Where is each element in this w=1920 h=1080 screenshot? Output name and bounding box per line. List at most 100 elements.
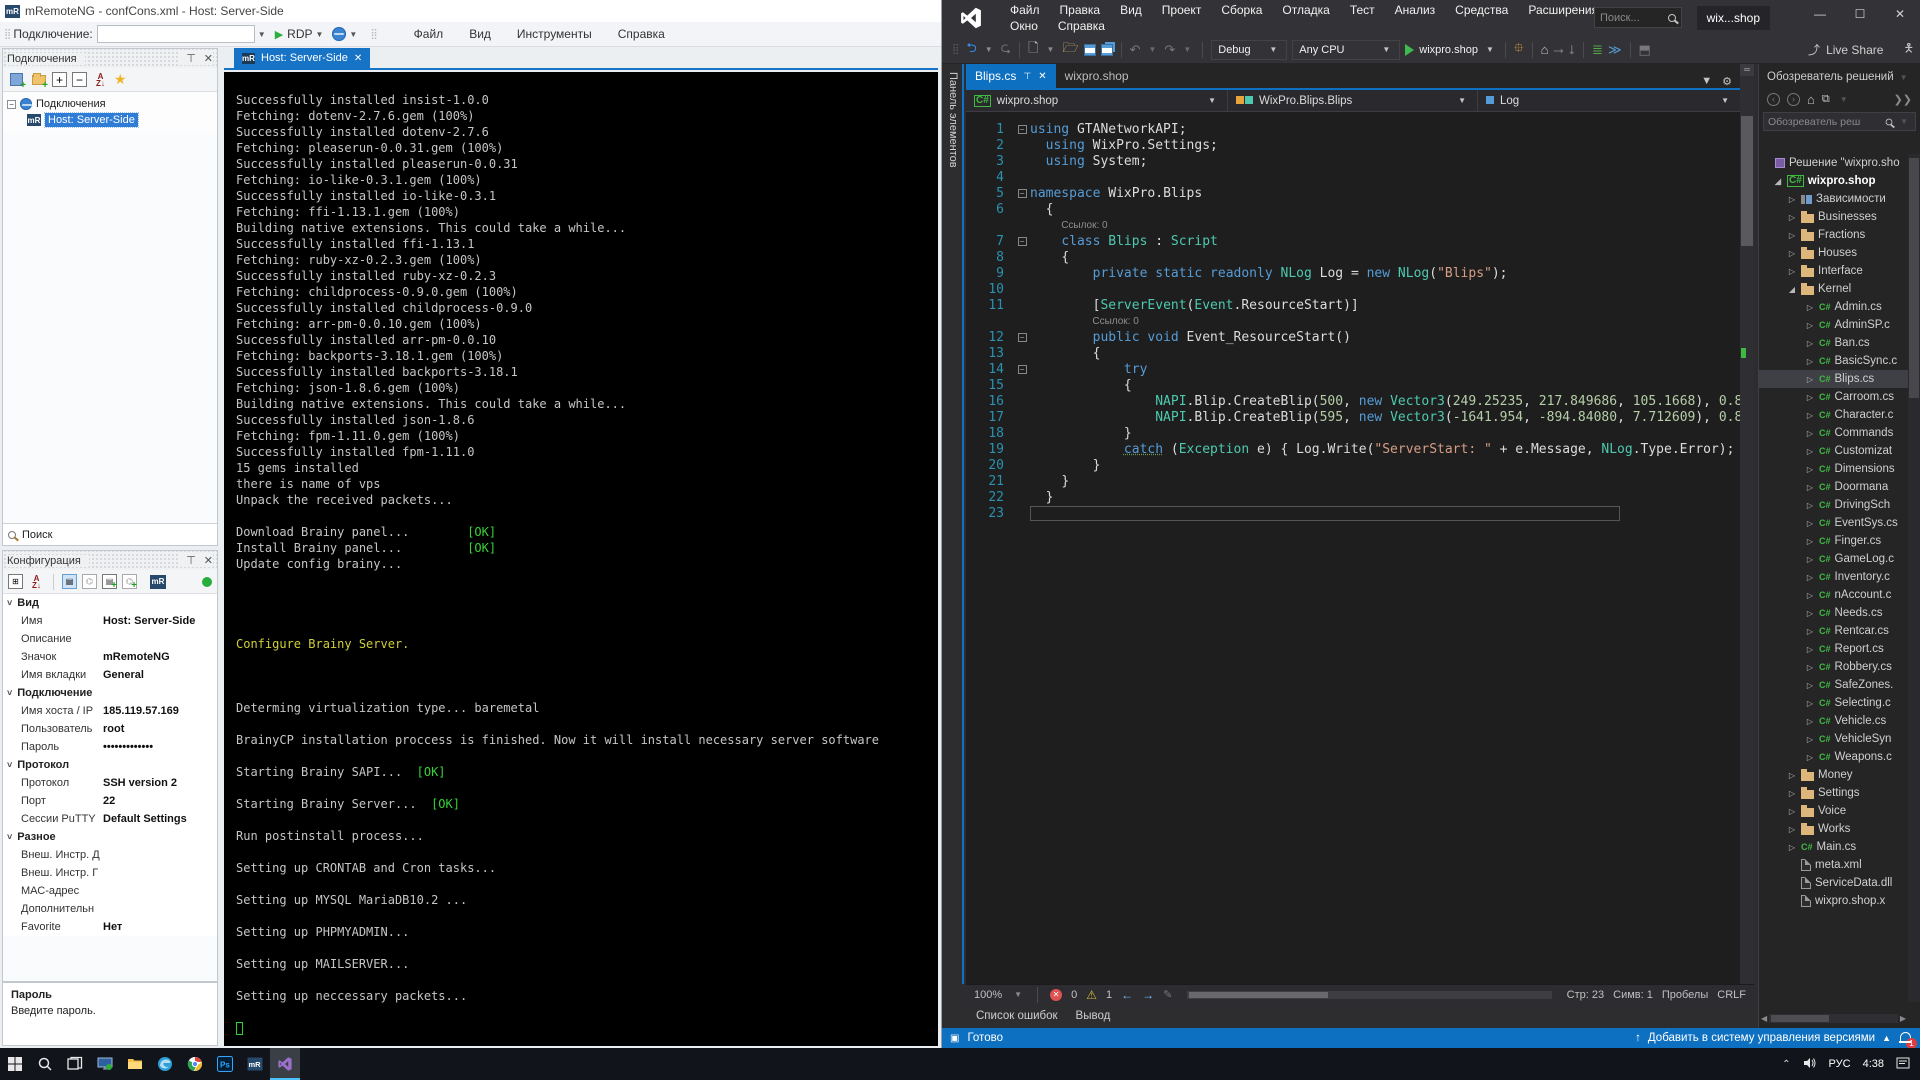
member-dropdown[interactable]: Log ▼ xyxy=(1478,90,1740,111)
editor-horizontal-scrollbar[interactable] xyxy=(1187,991,1551,999)
solution-tree-item[interactable]: ▷C#AdminSP.c xyxy=(1759,316,1908,334)
collapsed-arrow-icon[interactable]: ▷ xyxy=(1787,195,1797,204)
bottom-panel-tab[interactable]: Список ошибок xyxy=(976,1010,1058,1022)
live-share-button[interactable]: ⤴ Live Share 🯅 xyxy=(1808,39,1914,60)
remote-desktop-taskbar-icon[interactable] xyxy=(90,1048,120,1080)
tab-list-chevron-icon[interactable]: ▼ xyxy=(1701,75,1712,88)
bookmark-icon[interactable]: ⬒ xyxy=(1639,42,1651,58)
editor-options-gear-icon[interactable]: ⚙ xyxy=(1722,75,1732,88)
property-row[interactable]: ПротоколSSH version 2 xyxy=(3,774,217,792)
collapsed-arrow-icon[interactable]: ▷ xyxy=(1805,519,1815,528)
expanded-arrow-icon[interactable]: ◢ xyxy=(1787,285,1797,294)
open-file-icon[interactable]: 🗁 xyxy=(1062,39,1078,61)
close-button[interactable]: ✕ xyxy=(1880,0,1920,28)
property-row[interactable]: Внеш. Инстр. Г xyxy=(3,864,217,882)
clock[interactable]: 4:38 xyxy=(1863,1058,1884,1070)
menu-item[interactable]: Отладка xyxy=(1272,3,1339,17)
comment-lines-icon[interactable]: ≣ xyxy=(1592,42,1603,58)
codelens-references[interactable]: Ссылок: 0 xyxy=(966,218,1740,234)
solution-tree-item[interactable]: ▷C#EventSys.cs xyxy=(1759,514,1908,532)
menu-item[interactable]: Вид xyxy=(1110,3,1152,17)
solution-tree-item[interactable]: ▷Зависимости xyxy=(1759,190,1908,208)
solution-tree-item[interactable]: ▷C#Needs.cs xyxy=(1759,604,1908,622)
prev-issue-icon[interactable]: ← xyxy=(1121,988,1133,1002)
split-window-handle[interactable]: ═ xyxy=(1740,64,1754,76)
scrollbar-thumb[interactable] xyxy=(1909,158,1919,398)
chevron-down-icon[interactable]: ▼ xyxy=(1900,117,1908,126)
collapsed-arrow-icon[interactable]: ▷ xyxy=(1805,339,1815,348)
file-explorer-taskbar-icon[interactable] xyxy=(120,1048,150,1080)
collapsed-arrow-icon[interactable]: ▷ xyxy=(1787,825,1797,834)
collapsed-arrow-icon[interactable]: ▷ xyxy=(1805,591,1815,600)
solution-tree-item[interactable]: ▷Fractions xyxy=(1759,226,1908,244)
close-icon[interactable]: ✕ xyxy=(1038,71,1046,82)
collapsed-arrow-icon[interactable]: ▷ xyxy=(1805,627,1815,636)
chevron-down-icon[interactable]: ▼ xyxy=(1014,990,1022,999)
close-icon[interactable]: ✕ xyxy=(204,554,213,567)
collapse-icon[interactable]: − xyxy=(72,72,87,87)
collapsed-arrow-icon[interactable]: ▷ xyxy=(1805,645,1815,654)
menu-item[interactable]: Сборка xyxy=(1211,3,1272,17)
close-icon[interactable]: ✕ xyxy=(354,53,362,64)
solution-tree-item[interactable]: ▷C#Ban.cs xyxy=(1759,334,1908,352)
solution-tree-item[interactable]: ▷C#Finger.cs xyxy=(1759,532,1908,550)
property-row[interactable]: Сессии PuTTYDefault Settings xyxy=(3,810,217,828)
chevron-down-icon[interactable]: ▼ xyxy=(1840,95,1848,104)
solution-tree-item[interactable]: ▷Voice xyxy=(1759,802,1908,820)
property-row[interactable]: Пароль••••••••••••• xyxy=(3,738,217,756)
property-row[interactable]: МАС-адрес xyxy=(3,882,217,900)
collapsed-arrow-icon[interactable]: ▷ xyxy=(1787,213,1797,222)
property-category-row[interactable]: ˅Подключение xyxy=(3,684,217,702)
solution-tree-item[interactable]: ▷C#BasicSync.c xyxy=(1759,352,1908,370)
property-row[interactable]: ЗначокmRemoteNG xyxy=(3,648,217,666)
search-taskbar-icon[interactable] xyxy=(30,1048,60,1080)
minimize-button[interactable]: — xyxy=(1800,0,1840,28)
expand-icon[interactable]: + xyxy=(52,72,67,87)
property-row[interactable]: FavoriteНет xyxy=(3,918,217,936)
error-count[interactable]: 0 xyxy=(1071,989,1077,1001)
solution-tree-item[interactable]: ◢Kernel xyxy=(1759,280,1908,298)
source-control-button[interactable]: Добавить в систему управления версиями xyxy=(1648,1032,1875,1044)
menu-item[interactable]: Анализ xyxy=(1385,3,1446,17)
solution-tree-item[interactable]: ▷Works xyxy=(1759,820,1908,838)
solution-tree-item[interactable]: ▷C#Inventory.c xyxy=(1759,568,1908,586)
ssh-terminal-output[interactable]: Successfully installed insist-1.0.0Fetch… xyxy=(224,72,938,1046)
property-row[interactable]: Пользовательroot xyxy=(3,720,217,738)
collapse-expander-icon[interactable]: − xyxy=(7,100,16,109)
solution-tree-item[interactable]: ▷C#Admin.cs xyxy=(1759,298,1908,316)
step-over-icon[interactable]: ⭢ xyxy=(1554,42,1564,58)
collapsed-arrow-icon[interactable]: ▷ xyxy=(1805,609,1815,618)
indent-lines-icon[interactable]: ≫ xyxy=(1608,42,1622,58)
chevron-down-icon[interactable]: ▼ xyxy=(1149,45,1157,54)
maximize-button[interactable]: ☐ xyxy=(1840,0,1880,28)
collapsed-arrow-icon[interactable]: ▷ xyxy=(1805,393,1815,402)
menu-item[interactable]: Справка xyxy=(618,27,665,41)
add-property-icon[interactable]: ▤ xyxy=(102,574,117,589)
solution-tree-item[interactable]: ▷Money xyxy=(1759,766,1908,784)
solution-tree-item[interactable]: ▷C#Carroom.cs xyxy=(1759,388,1908,406)
favorites-star-icon[interactable]: ★ xyxy=(114,71,127,88)
solution-tree-item[interactable]: ServiceData.dll xyxy=(1759,874,1908,892)
fold-collapse-icon[interactable]: − xyxy=(1018,125,1027,134)
collapsed-arrow-icon[interactable]: ▷ xyxy=(1805,681,1815,690)
warning-count[interactable]: 1 xyxy=(1106,989,1112,1001)
collapsed-arrow-icon[interactable]: ▷ xyxy=(1805,411,1815,420)
line-endings[interactable]: CRLF xyxy=(1717,989,1746,1001)
property-row[interactable]: Имя хоста / IP185.119.57.169 xyxy=(3,702,217,720)
collapsed-arrow-icon[interactable]: ▷ xyxy=(1805,717,1815,726)
expanded-arrow-icon[interactable]: ◢ xyxy=(1773,177,1783,186)
chevron-up-icon[interactable]: ▲ xyxy=(1882,1033,1891,1043)
fold-collapse-icon[interactable]: − xyxy=(1018,189,1027,198)
solution-explorer-vertical-scrollbar[interactable] xyxy=(1908,154,1920,1002)
property-category-row[interactable]: ˅Протокол xyxy=(3,756,217,774)
feedback-person-icon[interactable]: 🯅 xyxy=(1903,39,1914,60)
solution-tree-item[interactable]: ▷Businesses xyxy=(1759,208,1908,226)
solution-tree-item[interactable]: ▷Interface xyxy=(1759,262,1908,280)
fold-collapse-icon[interactable]: − xyxy=(1018,237,1027,246)
tree-node-host[interactable]: mR Host: Server-Side xyxy=(5,112,215,128)
visual-studio-taskbar-icon[interactable] xyxy=(270,1048,300,1080)
connections-search[interactable]: Поиск xyxy=(3,523,217,545)
solution-tree-item[interactable]: ▷C#SafeZones. xyxy=(1759,676,1908,694)
collapsed-arrow-icon[interactable]: ▷ xyxy=(1805,375,1815,384)
solution-tree-item[interactable]: meta.xml xyxy=(1759,856,1908,874)
